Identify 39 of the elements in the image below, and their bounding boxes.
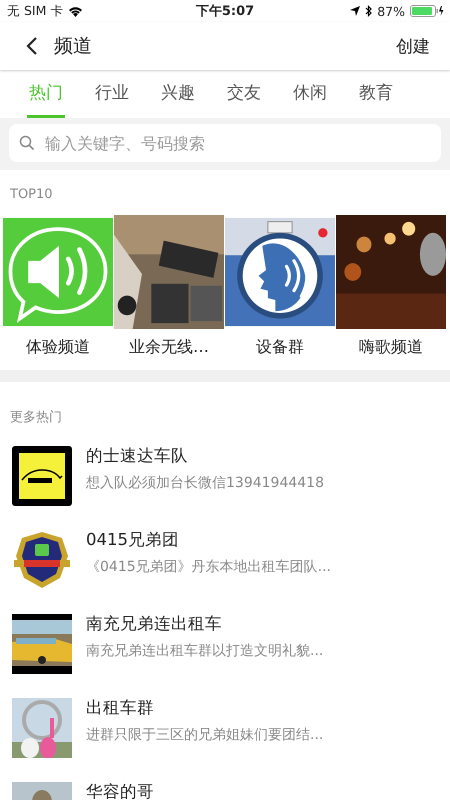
channel-name: 出租车群 [86, 698, 155, 718]
back-button[interactable] [26, 36, 38, 56]
battery-percent: 87% [377, 4, 405, 18]
channel-name: 嗨歌频道 [359, 337, 423, 358]
bluetooth-icon [365, 5, 372, 17]
battery-icon [410, 5, 444, 17]
channel-description: 进群只限于三区的兄弟姐妹们要团结... [86, 726, 324, 744]
voice-camera-icon[interactable] [225, 215, 335, 329]
channel-row[interactable]: 0415兄弟团 《0415兄弟团》丹东本地出租车团队... [0, 530, 450, 614]
channel-name: 0415兄弟团 [86, 530, 180, 550]
channel-name: 体验频道 [26, 337, 90, 358]
category-tab[interactable]: 行业 [93, 70, 131, 118]
wifi-icon [68, 6, 84, 16]
carrier-text: 无 SIM 卡 [7, 2, 64, 20]
channel-row[interactable]: 的士速达车队 想入队必须加台长微信13941944418 [0, 446, 450, 530]
channel-name: 华容的哥 [86, 782, 154, 800]
channel-description: 想入队必须加台长微信13941944418 [86, 474, 324, 492]
channel-name: 南充兄弟连出租车 [86, 614, 223, 634]
channel-row[interactable]: 华容的哥 [0, 782, 450, 800]
category-tab[interactable]: 教育 [357, 70, 395, 118]
category-tab[interactable]: 兴趣 [159, 70, 197, 118]
category-tab[interactable]: 交友 [225, 70, 263, 118]
location-icon [350, 6, 360, 16]
create-button[interactable]: 创建 [392, 34, 434, 58]
section-title: 更多热门 [9, 409, 63, 426]
channel-name: 的士速达车队 [86, 446, 189, 466]
channel-row[interactable]: 出租车群 进群只限于三区的兄弟姐妹们要团结... [0, 698, 450, 782]
page-title: 频道 [54, 34, 93, 59]
channel-description: 南充兄弟连出租车群以打造文明礼貌... [86, 642, 324, 660]
channel-description: 《0415兄弟团》丹东本地出租车团队... [86, 558, 331, 576]
category-tab[interactable]: 休闲 [291, 70, 329, 118]
channel-row[interactable]: 南充兄弟连出租车 南充兄弟连出租车群以打造文明礼貌... [0, 614, 450, 698]
clock-text: 下午5:07 [196, 3, 254, 20]
shield-badge-icon [12, 530, 72, 590]
channel-name: 业余无线… [129, 337, 209, 358]
channel-name: 设备群 [256, 337, 304, 358]
search-icon [19, 135, 35, 151]
search-field[interactable]: 输入关键字、号码搜索 [9, 124, 441, 162]
section-title: TOP10 [9, 187, 54, 202]
